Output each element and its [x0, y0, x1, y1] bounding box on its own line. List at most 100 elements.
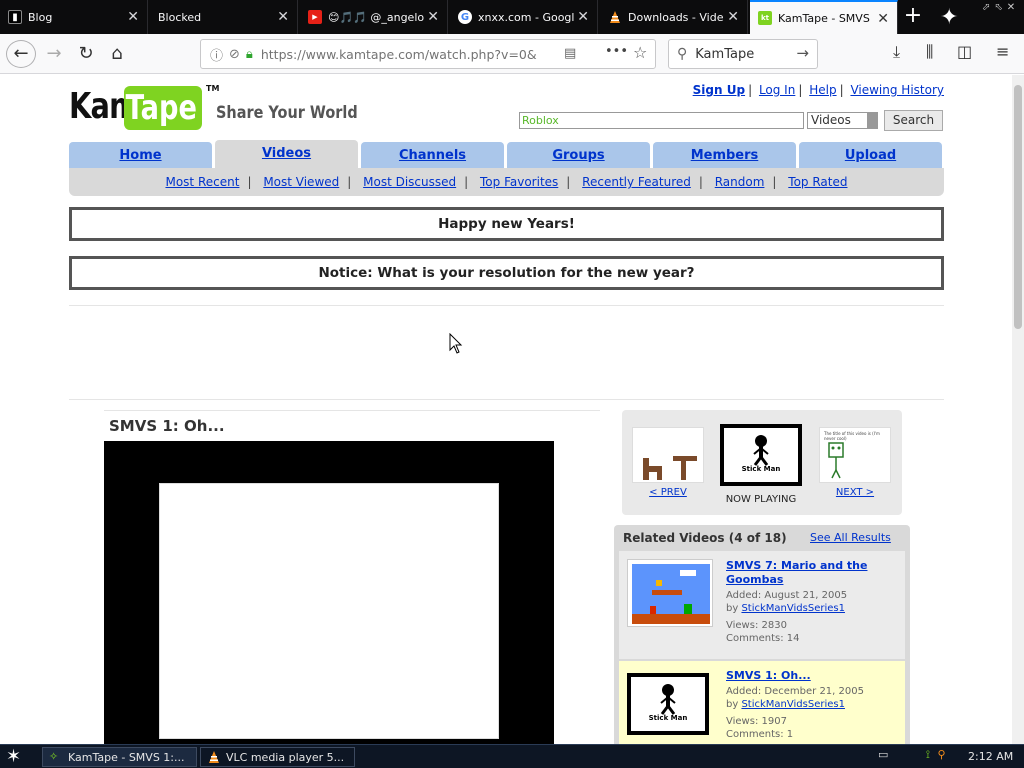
prev-link[interactable]: < PREV: [636, 487, 700, 498]
next-video-thumbnail[interactable]: The title of this video is (I'm never co…: [819, 427, 891, 483]
home-icon[interactable]: ⌂: [103, 40, 131, 68]
window-controls[interactable]: ⬀⬁✕: [982, 2, 1019, 13]
taskbar-item-browser[interactable]: ✧ KamTape - SMVS 1:...: [42, 747, 197, 767]
tab-blocked[interactable]: Blocked ✕: [150, 0, 298, 34]
related-author-link[interactable]: StickManVidsSeries1: [741, 699, 845, 710]
tab-kamtape[interactable]: kt KamTape - SMVS 1 ✕: [750, 0, 898, 34]
download-icon[interactable]: ⤓: [893, 42, 900, 62]
library-icon[interactable]: ⫼: [926, 42, 933, 62]
search-engine-label: KamTape: [695, 46, 755, 62]
most-discussed-link[interactable]: Most Discussed: [363, 175, 456, 189]
random-link[interactable]: Random: [715, 175, 765, 189]
permissions-icon[interactable]: ⊘: [229, 47, 240, 62]
dropdown-arrow-icon[interactable]: [867, 113, 877, 128]
log-in-link[interactable]: Log In: [759, 83, 795, 97]
tab-title: KamTape - SMVS 1: [778, 11, 874, 25]
sub-nav: Most Recent | Most Viewed | Most Discussed…: [69, 168, 944, 196]
search-category-select[interactable]: Videos: [807, 112, 878, 129]
search-category-value: Videos: [811, 113, 851, 127]
search-button[interactable]: Search: [884, 110, 943, 131]
logo-tape-text: Tape: [125, 88, 197, 128]
next-link[interactable]: NEXT >: [823, 487, 887, 498]
scrollbar-thumb[interactable]: [1014, 85, 1022, 329]
browser-search-bar[interactable]: ⚲ KamTape →: [668, 39, 818, 69]
most-viewed-link[interactable]: Most Viewed: [263, 175, 339, 189]
related-thumbnail[interactable]: [627, 559, 713, 627]
main-nav-tabs: Home Videos Channels Groups Members Uplo…: [69, 140, 944, 170]
top-favorites-link[interactable]: Top Favorites: [480, 175, 558, 189]
related-added-date: Added: December 21, 2005: [726, 686, 864, 697]
related-info: SMVS 1: Oh... Added: December 21, 2005 b…: [726, 669, 901, 741]
related-author-link[interactable]: StickManVidsSeries1: [741, 603, 845, 614]
close-icon[interactable]: ✕: [427, 9, 439, 25]
url-bar[interactable]: ⓘ ⊘ 🔒︎ https://www.kamtape.com/watch.php…: [200, 39, 656, 69]
close-icon[interactable]: ✕: [277, 9, 289, 25]
related-title-link[interactable]: SMVS 1: Oh...: [726, 669, 901, 683]
search-icon: ⚲: [677, 46, 688, 62]
bookmark-star-icon[interactable]: ☆: [633, 43, 647, 62]
tray-app-icon[interactable]: ▭: [878, 748, 888, 761]
tab-downloads[interactable]: Downloads - Video ✕: [600, 0, 748, 34]
close-icon[interactable]: ✕: [727, 9, 739, 25]
related-author-line: by StickManVidsSeries1: [726, 698, 901, 711]
prev-video-thumbnail[interactable]: [632, 427, 704, 483]
close-icon[interactable]: ✕: [577, 9, 589, 25]
reload-icon[interactable]: ↻: [72, 40, 100, 68]
youtube-favicon-icon: ▶: [308, 10, 322, 24]
taskbar-item-vlc[interactable]: VLC media player 5...: [200, 747, 355, 767]
tab-title: 😊🎵🎵 @_angelo: [328, 10, 424, 24]
related-title-link[interactable]: SMVS 7: Mario and the Goombas: [726, 559, 901, 587]
tab-blog[interactable]: ▮ Blog ✕: [0, 0, 148, 34]
site-search-input[interactable]: Roblox: [519, 112, 804, 129]
related-info: SMVS 7: Mario and the Goombas Added: Aug…: [726, 559, 901, 645]
tab-title: xnxx.com - Google: [478, 10, 574, 24]
url-text[interactable]: https://www.kamtape.com/watch.php?v=0&: [261, 47, 541, 62]
search-tray-icon[interactable]: ⚲: [938, 748, 946, 761]
reader-view-icon[interactable]: ▤: [564, 46, 576, 61]
tab-home[interactable]: Home: [69, 142, 212, 170]
tab-upload[interactable]: Upload: [799, 142, 942, 170]
tab-channels[interactable]: Channels: [361, 142, 504, 170]
related-comments: Comments: 14: [726, 633, 800, 644]
go-arrow-icon[interactable]: →: [796, 44, 809, 62]
network-icon[interactable]: ⟟: [926, 748, 930, 761]
help-link[interactable]: Help: [809, 83, 836, 97]
vlc-cone-icon: [207, 750, 221, 764]
mouse-cursor-icon: [449, 333, 463, 354]
star-icon[interactable]: ✦: [940, 5, 958, 30]
recently-featured-link[interactable]: Recently Featured: [582, 175, 691, 189]
tab-videos[interactable]: Videos: [215, 140, 358, 170]
video-player[interactable]: [104, 441, 554, 744]
sidebar-icon[interactable]: ◫: [957, 42, 972, 61]
tab-google[interactable]: G xnxx.com - Google ✕: [450, 0, 598, 34]
kamtape-favicon-icon: kt: [758, 11, 772, 25]
video-frame[interactable]: [159, 483, 499, 739]
blog-favicon-icon: ▮: [8, 10, 22, 24]
vertical-scrollbar[interactable]: [1012, 75, 1024, 744]
lock-icon[interactable]: 🔒︎: [246, 47, 253, 62]
top-rated-link[interactable]: Top Rated: [788, 175, 847, 189]
back-arrow-icon[interactable]: ←: [6, 40, 36, 68]
sign-up-link[interactable]: Sign Up: [693, 83, 745, 97]
tab-groups[interactable]: Groups: [507, 142, 650, 170]
tab-youtube[interactable]: ▶ 😊🎵🎵 @_angelo ✕: [300, 0, 448, 34]
close-icon[interactable]: ✕: [877, 11, 889, 27]
system-tray: ▭ ⟟ ⚲: [878, 748, 946, 762]
viewing-history-link[interactable]: Viewing History: [850, 83, 944, 97]
page-actions-icon[interactable]: •••: [605, 44, 628, 59]
new-tab-button[interactable]: +: [900, 5, 926, 29]
related-item[interactable]: SMVS 7: Mario and the Goombas Added: Aug…: [619, 551, 905, 659]
menu-icon[interactable]: ≡: [996, 42, 1009, 61]
close-icon[interactable]: ✕: [127, 9, 139, 25]
most-recent-link[interactable]: Most Recent: [165, 175, 239, 189]
related-thumbnail[interactable]: Stick Man: [627, 673, 709, 735]
divider: [104, 410, 600, 411]
related-item[interactable]: Stick Man SMVS 1: Oh... Added: December …: [619, 661, 905, 744]
see-all-results-link[interactable]: See All Results: [810, 531, 891, 544]
vlc-cone-icon: [608, 10, 622, 24]
forward-arrow-icon[interactable]: →: [40, 40, 68, 68]
related-videos-title: Related Videos (4 of 18): [623, 531, 787, 545]
info-icon[interactable]: ⓘ: [210, 45, 223, 64]
start-menu-star-icon[interactable]: ✶: [6, 746, 21, 767]
tab-members[interactable]: Members: [653, 142, 796, 170]
